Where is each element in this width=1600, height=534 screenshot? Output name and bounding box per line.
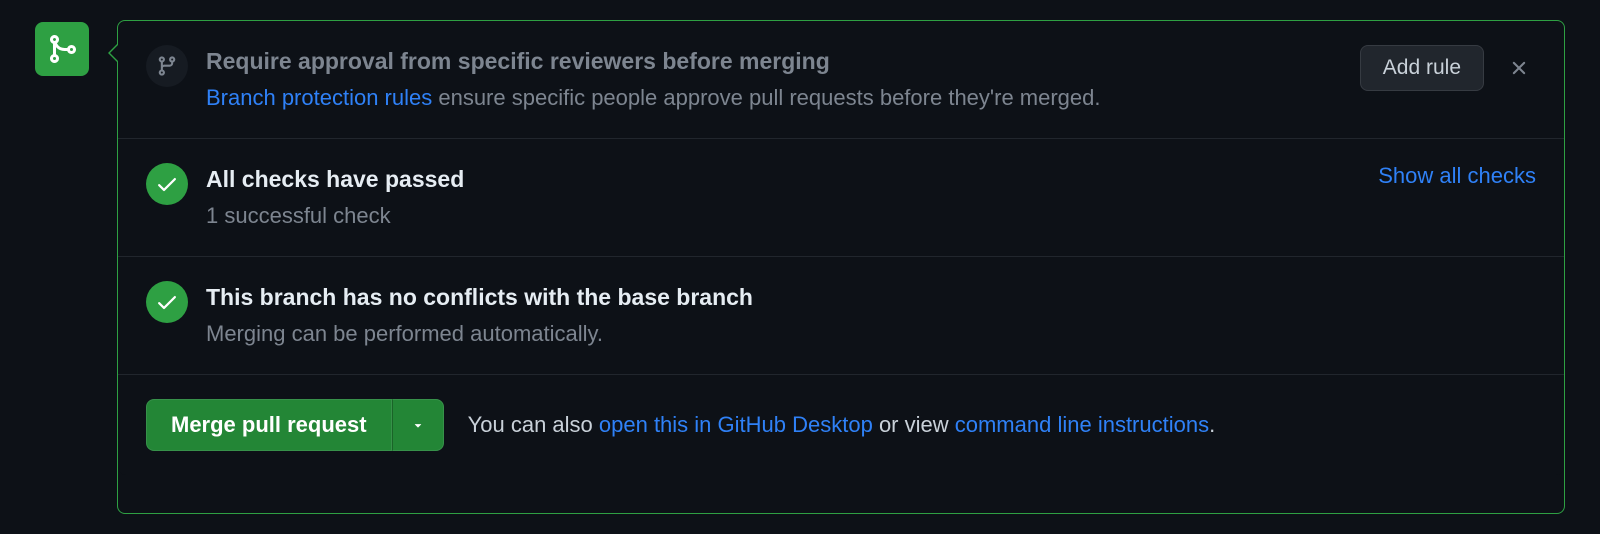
add-rule-button[interactable]: Add rule xyxy=(1360,45,1484,91)
branch-protection-link[interactable]: Branch protection rules xyxy=(206,85,432,110)
command-line-instructions-link[interactable]: command line instructions xyxy=(955,412,1209,437)
checks-status-section: All checks have passed 1 successful chec… xyxy=(118,139,1564,257)
checks-subtitle: 1 successful check xyxy=(206,201,1358,232)
conflicts-content: This branch has no conflicts with the ba… xyxy=(206,281,1536,350)
close-icon xyxy=(1508,57,1530,79)
footer-middle: or view xyxy=(873,412,955,437)
merge-footer-text: You can also open this in GitHub Desktop… xyxy=(468,412,1216,438)
suggestion-desc-text: ensure specific people approve pull requ… xyxy=(432,85,1100,110)
dismiss-suggestion-button[interactable] xyxy=(1502,51,1536,85)
timeline-merge-badge xyxy=(35,22,89,76)
branch-protection-suggestion: Require approval from specific reviewers… xyxy=(118,21,1564,139)
conflicts-subtitle: Merging can be performed automatically. xyxy=(206,319,1536,350)
caret-down-icon xyxy=(411,418,425,432)
conflicts-status-section: This branch has no conflicts with the ba… xyxy=(118,257,1564,375)
suggestion-actions: Add rule xyxy=(1360,45,1536,91)
conflicts-status-icon-wrap xyxy=(146,281,188,323)
merge-status-box: Require approval from specific reviewers… xyxy=(117,20,1565,514)
check-icon xyxy=(155,172,179,196)
git-branch-icon xyxy=(156,55,178,77)
merge-footer: Merge pull request You can also open thi… xyxy=(118,375,1564,475)
merge-button-group: Merge pull request xyxy=(146,399,444,451)
conflicts-title: This branch has no conflicts with the ba… xyxy=(206,281,1536,313)
show-all-checks-link[interactable]: Show all checks xyxy=(1378,163,1536,189)
suggestion-description: Branch protection rules ensure specific … xyxy=(206,83,1340,114)
suggestion-title: Require approval from specific reviewers… xyxy=(206,45,1340,77)
footer-suffix: . xyxy=(1209,412,1215,437)
merge-pull-request-button[interactable]: Merge pull request xyxy=(146,399,392,451)
checks-actions: Show all checks xyxy=(1378,163,1536,189)
checks-status-icon-wrap xyxy=(146,163,188,205)
footer-prefix: You can also xyxy=(468,412,599,437)
merge-options-dropdown[interactable] xyxy=(392,399,444,451)
checks-title: All checks have passed xyxy=(206,163,1358,195)
open-github-desktop-link[interactable]: open this in GitHub Desktop xyxy=(599,412,873,437)
check-icon xyxy=(155,290,179,314)
branch-rule-icon-wrap xyxy=(146,45,188,87)
checks-content: All checks have passed 1 successful chec… xyxy=(206,163,1358,232)
git-merge-icon xyxy=(46,33,78,65)
suggestion-content: Require approval from specific reviewers… xyxy=(206,45,1340,114)
